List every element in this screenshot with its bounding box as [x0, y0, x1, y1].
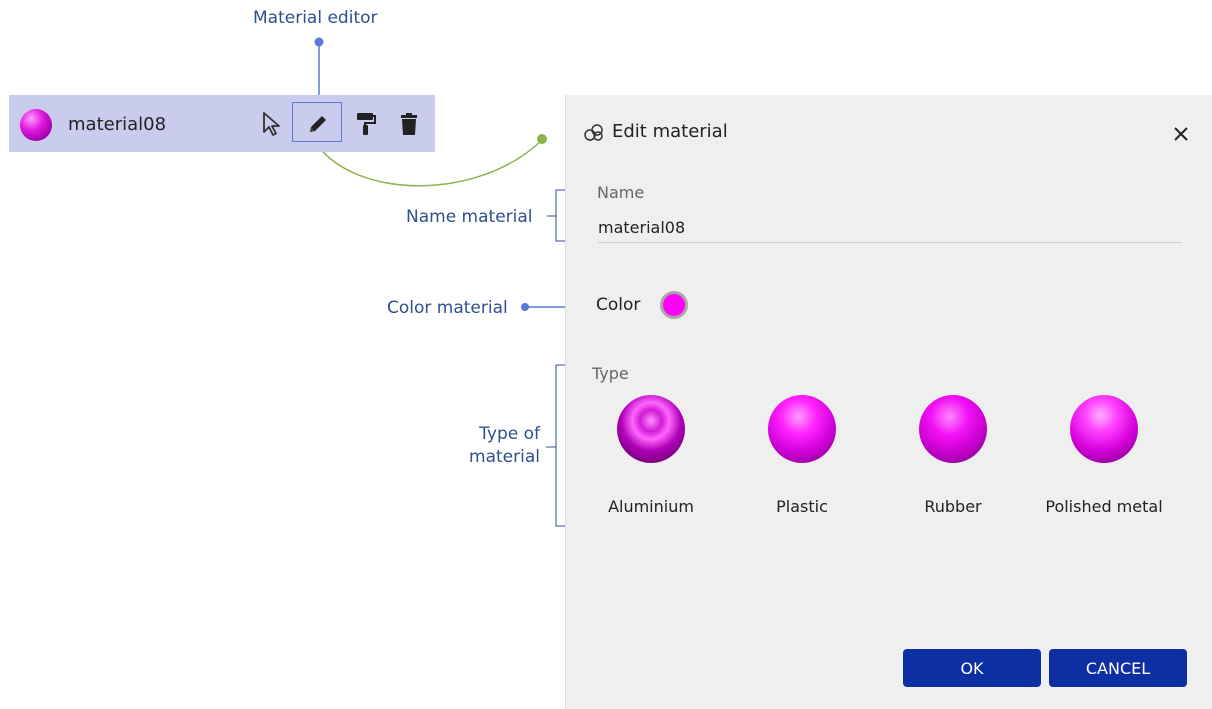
rubber-sphere	[919, 395, 987, 463]
material-name: material08	[68, 114, 167, 135]
type-option-plastic[interactable]: Plastic	[732, 395, 872, 516]
cancel-button[interactable]: CANCEL	[1049, 649, 1187, 687]
annotation-name-material: Name material	[406, 207, 533, 227]
type-label-polished-metal: Polished metal	[1045, 497, 1163, 516]
annotation-material-editor: Material editor	[253, 8, 378, 28]
type-option-aluminium[interactable]: Aluminium	[581, 395, 721, 516]
name-label: Name	[597, 183, 645, 202]
type-label: Type	[592, 364, 629, 383]
trash-icon[interactable]	[394, 109, 424, 139]
annotation-type-of-material-line2: material	[469, 447, 540, 467]
pencil-icon[interactable]	[303, 109, 333, 139]
type-label-plastic: Plastic	[776, 497, 828, 516]
name-input[interactable]	[598, 213, 1182, 243]
close-icon[interactable]	[1166, 119, 1196, 149]
annotation-color-material: Color material	[387, 298, 508, 318]
material-swatch	[20, 109, 52, 141]
polished-metal-sphere	[1070, 395, 1138, 463]
aluminium-sphere	[617, 395, 685, 463]
paint-roller-icon[interactable]	[351, 109, 381, 139]
material-row[interactable]: material08	[9, 95, 435, 152]
type-label-aluminium: Aluminium	[608, 497, 694, 516]
type-option-rubber[interactable]: Rubber	[883, 395, 1023, 516]
cursor-icon[interactable]	[257, 109, 287, 139]
ok-button[interactable]: OK	[903, 649, 1041, 687]
type-option-polished-metal[interactable]: Polished metal	[1034, 395, 1174, 516]
type-label-rubber: Rubber	[924, 497, 982, 516]
color-picker-swatch[interactable]	[660, 291, 688, 319]
dialog-title: Edit material	[612, 121, 728, 142]
annotation-type-of-material-line1: Type of	[479, 424, 540, 444]
edit-material-dialog: Edit material Name Color Type Aluminium …	[565, 95, 1212, 709]
material-cloud-icon	[583, 123, 605, 148]
plastic-sphere	[768, 395, 836, 463]
color-label: Color	[596, 295, 641, 315]
